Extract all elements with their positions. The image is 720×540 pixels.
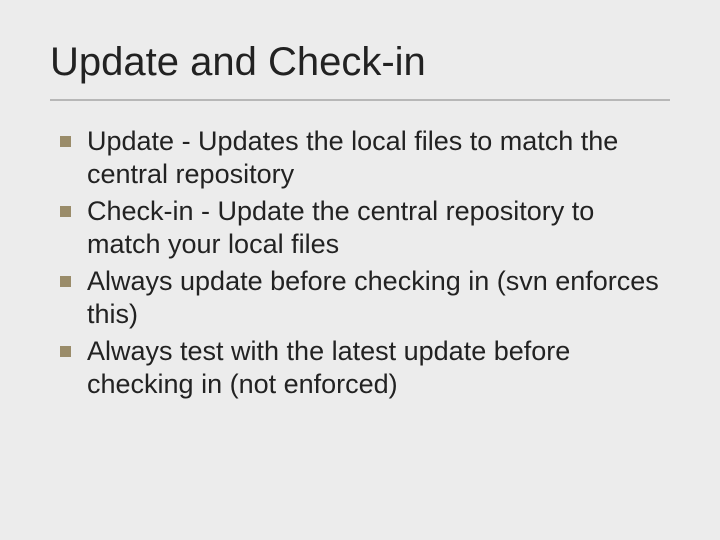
bullet-icon (60, 346, 71, 357)
bullet-text: Update - Updates the local files to matc… (87, 125, 670, 191)
slide-body: Update - Updates the local files to matc… (50, 125, 670, 401)
list-item: Update - Updates the local files to matc… (50, 125, 670, 191)
bullet-icon (60, 276, 71, 287)
slide: Update and Check-in Update - Updates the… (0, 0, 720, 540)
bullet-text: Always test with the latest update befor… (87, 335, 670, 401)
bullet-icon (60, 136, 71, 147)
list-item: Always update before checking in (svn en… (50, 265, 670, 331)
slide-title: Update and Check-in (50, 40, 670, 101)
bullet-text: Check-in - Update the central repository… (87, 195, 670, 261)
bullet-icon (60, 206, 71, 217)
bullet-text: Always update before checking in (svn en… (87, 265, 670, 331)
list-item: Check-in - Update the central repository… (50, 195, 670, 261)
list-item: Always test with the latest update befor… (50, 335, 670, 401)
